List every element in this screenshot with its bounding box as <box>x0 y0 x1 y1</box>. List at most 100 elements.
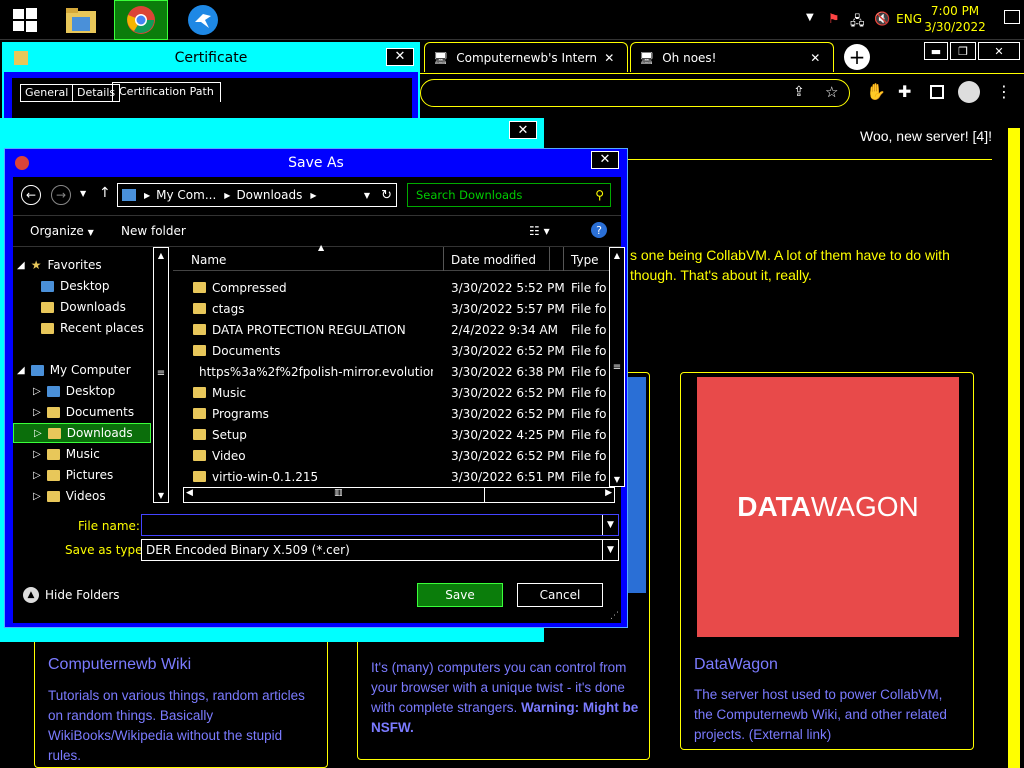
table-row[interactable]: Setup 3/30/2022 4:25 PM File fol <box>173 424 609 445</box>
resize-grip-icon[interactable]: ⋰ <box>610 611 619 621</box>
side-panel-icon[interactable] <box>930 85 944 99</box>
tab-computernewb[interactable]: 🖥 Computernewb's Internet ✕ <box>424 42 628 72</box>
file-list-scrollbar[interactable]: ▲ ≡ ▼ <box>609 247 625 487</box>
table-row[interactable]: Compressed 3/30/2022 5:52 PM File fol <box>173 277 609 298</box>
tab-certification-path[interactable]: Certification Path <box>112 82 221 102</box>
view-options-icon[interactable]: ☷ ▾ <box>529 224 550 238</box>
menu-icon[interactable]: ⋮ <box>996 82 1012 101</box>
star-icon[interactable]: ☆ <box>825 83 838 101</box>
close-button[interactable]: ✕ <box>591 151 619 169</box>
nav-favorites[interactable]: ◢ ★ Favorites <box>17 255 102 275</box>
card-text: The server host used to power CollabVM, … <box>694 687 947 742</box>
file-list-hscrollbar[interactable]: ◀ ▥ ▶ <box>183 487 615 503</box>
table-row[interactable]: Music 3/30/2022 6:52 PM File fol <box>173 382 609 403</box>
new-tab-button[interactable]: + <box>844 44 870 70</box>
card-datawagon[interactable]: DATA WAGON DataWagon The server host used… <box>680 372 974 750</box>
save-type-select[interactable]: DER Encoded Binary X.509 (*.cer) ▼ <box>141 539 619 561</box>
file-name: Setup <box>212 427 247 442</box>
close-icon[interactable]: ✕ <box>604 51 614 65</box>
new-folder-button[interactable]: New folder <box>121 224 186 238</box>
chevron-up-icon[interactable]: ▼ <box>806 12 814 23</box>
table-row[interactable]: DATA PROTECTION REGULATION 2/4/2022 9:34 … <box>173 319 609 340</box>
nav-fav-desktop[interactable]: Desktop <box>41 276 110 296</box>
search-icon[interactable]: ⚲ <box>595 188 604 202</box>
chrome-icon[interactable] <box>114 0 168 40</box>
site-tagline: Woo, new server! [4]! <box>859 128 992 144</box>
breadcrumb-item[interactable]: My Com... <box>156 188 216 202</box>
close-icon[interactable]: ✕ <box>810 51 820 65</box>
chrome-icon <box>15 156 29 170</box>
tab-oh-noes[interactable]: 🖥 Oh noes! ✕ <box>630 42 834 72</box>
card-title[interactable]: DataWagon <box>694 656 778 674</box>
language-indicator[interactable]: ENG <box>896 12 922 26</box>
maximize-button[interactable]: ❐ <box>950 42 976 60</box>
nav-music[interactable]: ▷ Music <box>33 444 100 464</box>
nav-desktop[interactable]: ▷ Desktop <box>33 381 115 401</box>
nav-videos[interactable]: ▷ Videos <box>33 486 106 506</box>
file-type: File fol <box>571 364 607 379</box>
back-arrow-icon[interactable]: ← <box>21 185 41 205</box>
extension-icon[interactable]: ✋ <box>866 82 886 101</box>
help-icon[interactable]: ? <box>591 222 607 238</box>
table-row[interactable]: Programs 3/30/2022 6:52 PM File fol <box>173 403 609 424</box>
puzzle-icon[interactable]: ✚ <box>898 82 911 101</box>
window-close-button[interactable]: ✕ <box>978 42 1020 60</box>
share-icon[interactable]: ⇪ <box>793 84 805 100</box>
card-title[interactable]: Computernewb Wiki <box>48 656 191 674</box>
flag-icon[interactable]: ⚑ <box>828 12 840 27</box>
nav-fav-recent[interactable]: Recent places <box>41 318 144 338</box>
column-name[interactable]: Name <box>191 253 226 267</box>
minimize-button[interactable]: ▬ <box>924 42 948 60</box>
chevron-down-icon[interactable]: ▼ <box>364 191 370 200</box>
table-row[interactable]: Video 3/30/2022 6:52 PM File fol <box>173 445 609 466</box>
refresh-icon[interactable]: ↻ <box>381 188 392 203</box>
close-button[interactable]: ✕ <box>509 121 537 139</box>
forward-arrow-icon[interactable]: → <box>51 185 71 205</box>
table-row[interactable]: Documents 3/30/2022 6:52 PM File fol <box>173 340 609 361</box>
file-date: 3/30/2022 6:52 PM <box>451 385 565 400</box>
organize-button[interactable]: Organize ▼ <box>30 224 94 238</box>
clock[interactable]: 7:00 PM 3/30/2022 <box>920 3 990 35</box>
address-breadcrumb[interactable]: ▶ My Com... ▶ Downloads ▶ ▼ ↻ <box>117 183 397 207</box>
up-arrow-icon[interactable]: ↑ <box>99 185 111 201</box>
breadcrumb-item[interactable]: Downloads <box>236 188 302 202</box>
column-type[interactable]: Type <box>571 253 599 267</box>
chevron-down-icon[interactable]: ▼ <box>602 540 618 560</box>
search-input[interactable]: Search Downloads ⚲ <box>407 183 611 207</box>
close-button[interactable]: ✕ <box>386 48 414 66</box>
card-text: Tutorials on various things, random arti… <box>48 688 305 763</box>
nav-pictures[interactable]: ▷ Pictures <box>33 465 113 485</box>
chevron-down-icon[interactable]: ▼ <box>602 515 618 535</box>
nav-downloads[interactable]: ▷ Downloads <box>13 423 151 443</box>
folder-icon <box>193 471 206 482</box>
avatar[interactable] <box>958 81 980 103</box>
tab-general[interactable]: General <box>20 84 74 102</box>
table-row[interactable]: ctags 3/30/2022 5:57 PM File fol <box>173 298 609 319</box>
app-bird-icon[interactable] <box>178 0 228 40</box>
nav-scrollbar[interactable]: ▲ ≡ ▼ <box>153 247 169 503</box>
volume-muted-icon[interactable]: 🔇 <box>874 12 890 27</box>
card-wiki[interactable]: Computernewb Wiki Tutorials on various t… <box>34 620 328 768</box>
network-icon[interactable]: 🖧 <box>850 12 865 34</box>
show-desktop-icon[interactable] <box>1004 10 1020 24</box>
windows-start-icon[interactable] <box>0 0 50 40</box>
file-type: File fol <box>571 406 607 421</box>
column-date[interactable]: Date modified <box>451 253 536 267</box>
cancel-button[interactable]: Cancel <box>517 583 603 607</box>
page-scrollbar[interactable] <box>1008 128 1020 768</box>
chevron-down-icon[interactable]: ▼ <box>80 189 86 198</box>
nav-my-computer[interactable]: ◢ My Computer <box>17 360 131 380</box>
file-explorer-icon[interactable] <box>56 0 106 40</box>
save-button[interactable]: Save <box>417 583 503 607</box>
file-date: 2/4/2022 9:34 AM <box>451 322 559 337</box>
hide-folders-button[interactable]: ▲ Hide Folders <box>23 587 120 603</box>
table-row[interactable]: https%3a%2f%2fpolish-mirror.evolution-..… <box>173 361 609 382</box>
folder-icon <box>193 450 206 461</box>
file-date: 3/30/2022 5:52 PM <box>451 280 565 295</box>
nav-documents[interactable]: ▷ Documents <box>33 402 134 422</box>
dialog-toolbar: Organize ▼ New folder ☷ ▾ ? <box>13 215 621 247</box>
table-row[interactable]: virtio-win-0.1.215 3/30/2022 6:51 PM File … <box>173 466 609 483</box>
file-name-input[interactable]: ▼ <box>141 514 619 536</box>
address-bar[interactable]: ⇪ ☆ <box>420 79 850 107</box>
nav-fav-downloads[interactable]: Downloads <box>41 297 126 317</box>
